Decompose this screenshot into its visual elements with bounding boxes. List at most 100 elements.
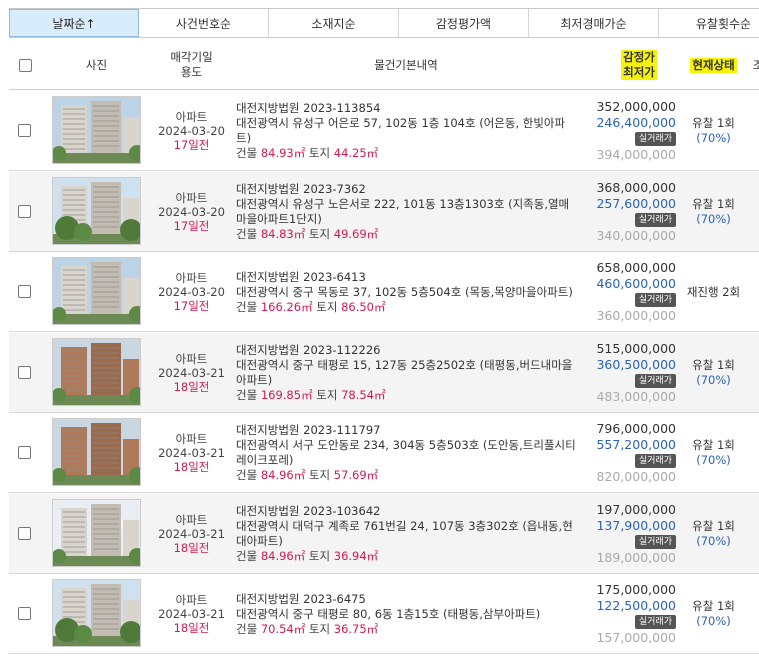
property-use: 아파트 — [175, 593, 208, 607]
sale-date: 2024-03-20 — [158, 204, 225, 219]
property-address[interactable]: 대전광역시 서구 도안동로 234, 304동 5층503호 (도안동,트리풀시… — [236, 438, 576, 468]
auction-status: 유찰 1회 — [692, 518, 735, 533]
building-area: 84.96㎡ — [260, 468, 306, 482]
property-photo[interactable] — [52, 176, 141, 245]
real-price-badge[interactable]: 실거래가 — [634, 454, 676, 468]
property-photo[interactable] — [52, 498, 141, 567]
sale-date-use-cell: 아파트 2024-03-21 18일전 — [149, 333, 234, 413]
header-extra: 조 — [752, 57, 759, 72]
property-address[interactable]: 대전광역시 중구 목동로 37, 102동 5층504호 (목동,목양마을아파트… — [236, 285, 576, 300]
row-checkbox[interactable] — [18, 285, 31, 298]
sort-tab-minimum-price[interactable]: 최저경매가순 — [529, 9, 659, 37]
building-area: 70.54㎡ — [260, 621, 306, 636]
property-info-cell[interactable]: 대전지방법원 2023-6475 대전광역시 중구 태평로 80, 6동 1층15… — [236, 574, 576, 654]
listing-row[interactable]: 아파트 2024-03-21 18일전 대전지방법원 2023-112226 대전광역시… — [9, 332, 759, 413]
court-case-number[interactable]: 대전지방법원 2023-113854 — [236, 101, 576, 116]
listing-row[interactable]: 아파트 2024-03-20 17일전 대전지방법원 2023-7362 대전광역시 유… — [9, 171, 759, 252]
property-photo[interactable] — [52, 337, 141, 406]
area-info: 건물 166.26㎡ 토지 86.50㎡ — [236, 300, 576, 315]
property-info-cell[interactable]: 대전지방법원 2023-103642 대전광역시 대덕구 계족로 761번길 24… — [236, 494, 576, 574]
listing-row[interactable]: 아파트 2024-03-20 17일전 대전지방법원 2023-6413 대전광역시 중… — [9, 252, 759, 332]
property-info-cell[interactable]: 대전지방법원 2023-113854 대전광역시 유성구 어은로 57, 102동… — [236, 91, 576, 171]
auction-status: 유찰 1회 — [692, 438, 735, 452]
land-area: 36.75㎡ — [333, 621, 379, 636]
row-checkbox[interactable] — [18, 607, 31, 620]
property-photo[interactable] — [52, 418, 141, 486]
court-case-number[interactable]: 대전지방법원 2023-112226 — [236, 343, 576, 358]
property-address[interactable]: 대전광역시 중구 태평로 15, 127동 25층2502호 (태평동,버드내마… — [236, 358, 576, 388]
court-case-number[interactable]: 대전지방법원 2023-111797 — [236, 423, 576, 438]
row-checkbox[interactable] — [18, 204, 31, 218]
minimum-price: 557,200,000 — [596, 437, 676, 452]
area-info: 건물 84.83㎡ 토지 49.69㎡ — [236, 227, 576, 242]
auction-status: 유찰 1회 — [692, 357, 735, 372]
price-cell: 197,000,000 137,900,000 실거래가 189,000,000 — [576, 494, 676, 574]
sort-tab-date[interactable]: 날짜순↑ — [9, 9, 139, 37]
area-info: 건물 169.85㎡ 토지 78.54㎡ — [236, 388, 576, 403]
building-area: 166.26㎡ — [260, 299, 313, 314]
building-label: 건물 — [236, 468, 258, 482]
real-price-badge[interactable]: 실거래가 — [634, 293, 676, 307]
header-date: 매각기일 — [170, 50, 213, 64]
row-checkbox[interactable] — [18, 365, 31, 379]
auction-status: 재진행 2회 — [686, 284, 741, 299]
appraisal-price: 197,000,000 — [596, 501, 676, 517]
building-area: 169.85㎡ — [260, 387, 313, 402]
minimum-price: 122,500,000 — [596, 598, 676, 613]
header-minimum: 최저가 — [621, 65, 657, 80]
area-info: 건물 70.54㎡ 토지 36.75㎡ — [236, 622, 576, 637]
auction-status: 유찰 1회 — [692, 599, 735, 613]
real-price-badge[interactable]: 실거래가 — [634, 132, 676, 146]
real-price-badge[interactable]: 실거래가 — [634, 212, 676, 227]
sort-tab-case-number[interactable]: 사건번호순 — [139, 9, 269, 37]
listing-row[interactable]: 아파트 2024-03-21 18일전 대전지방법원 2023-103642 대전광역시… — [9, 493, 759, 574]
sort-tab-appraisal[interactable]: 감정평가액 — [399, 9, 529, 37]
real-price-badge[interactable]: 실거래가 — [634, 534, 676, 549]
days-ago: 18일전 — [173, 621, 210, 635]
property-address[interactable]: 대전광역시 중구 태평로 80, 6동 1층15호 (태평동,삼부아파트) — [236, 607, 576, 622]
property-info-cell[interactable]: 대전지방법원 2023-112226 대전광역시 중구 태평로 15, 127동 … — [236, 333, 576, 413]
sale-date-use-cell: 아파트 2024-03-20 17일전 — [149, 252, 234, 332]
listing-row[interactable]: 아파트 2024-03-20 17일전 대전지방법원 2023-113854 대전광역시… — [9, 91, 759, 171]
appraisal-price: 796,000,000 — [596, 421, 676, 436]
minimum-price: 246,400,000 — [596, 115, 676, 130]
court-case-number[interactable]: 대전지방법원 2023-6475 — [236, 592, 576, 607]
real-price-badge[interactable]: 실거래가 — [634, 615, 676, 629]
status-cell: 재진행 2회 — [676, 252, 751, 332]
building-area: 84.93㎡ — [260, 146, 306, 160]
header-photo: 사진 — [85, 57, 108, 72]
row-checkbox[interactable] — [18, 526, 31, 540]
listing-row[interactable]: 아파트 2024-03-21 18일전 대전지방법원 2023-6475 대전광역시 중… — [9, 574, 759, 654]
court-case-number[interactable]: 대전지방법원 2023-7362 — [236, 182, 576, 197]
status-cell: 유찰 1회 (70%) — [676, 413, 751, 493]
building-label: 건물 — [236, 146, 258, 160]
property-info-cell[interactable]: 대전지방법원 2023-7362 대전광역시 유성구 노은서로 222, 101동… — [236, 172, 576, 252]
row-checkbox[interactable] — [18, 446, 31, 459]
property-photo[interactable] — [52, 579, 141, 647]
sale-date: 2024-03-21 — [158, 365, 225, 380]
property-use: 아파트 — [175, 190, 208, 205]
court-case-number[interactable]: 대전지방법원 2023-103642 — [236, 504, 576, 519]
row-checkbox[interactable] — [18, 124, 31, 137]
property-address[interactable]: 대전광역시 대덕구 계족로 761번길 24, 107동 3층302호 (읍내동… — [236, 519, 576, 549]
property-info-cell[interactable]: 대전지방법원 2023-111797 대전광역시 서구 도안동로 234, 304… — [236, 413, 576, 493]
property-photo-image — [53, 258, 140, 324]
land-label: 토지 — [316, 387, 338, 402]
auction-status: 유찰 1회 — [692, 116, 735, 130]
property-info-cell[interactable]: 대전지방법원 2023-6413 대전광역시 중구 목동로 37, 102동 5층… — [236, 252, 576, 332]
sort-tab-location[interactable]: 소재지순 — [269, 9, 399, 37]
price-cell: 352,000,000 246,400,000 실거래가 394,000,000 — [576, 91, 676, 171]
property-address[interactable]: 대전광역시 유성구 어은로 57, 102동 1층 104호 (어은동, 한빛아… — [236, 116, 576, 146]
property-photo[interactable] — [52, 257, 141, 325]
real-price-badge[interactable]: 실거래가 — [634, 373, 676, 388]
real-transaction-price: 189,000,000 — [596, 549, 676, 565]
header-price[interactable]: 감정가 최저가 — [599, 40, 679, 90]
court-case-number[interactable]: 대전지방법원 2023-6413 — [236, 270, 576, 285]
property-photo[interactable] — [52, 96, 141, 164]
price-cell: 368,000,000 257,600,000 실거래가 340,000,000 — [576, 172, 676, 252]
select-all-checkbox[interactable] — [18, 58, 32, 72]
sort-tab-fail-count[interactable]: 유찰횟수순 — [659, 9, 759, 37]
header-status[interactable]: 현재상태 — [676, 40, 751, 90]
listing-row[interactable]: 아파트 2024-03-21 18일전 대전지방법원 2023-111797 대전광역시… — [9, 413, 759, 493]
property-address[interactable]: 대전광역시 유성구 노은서로 222, 101동 13층1303호 (지족동,열… — [236, 197, 576, 227]
